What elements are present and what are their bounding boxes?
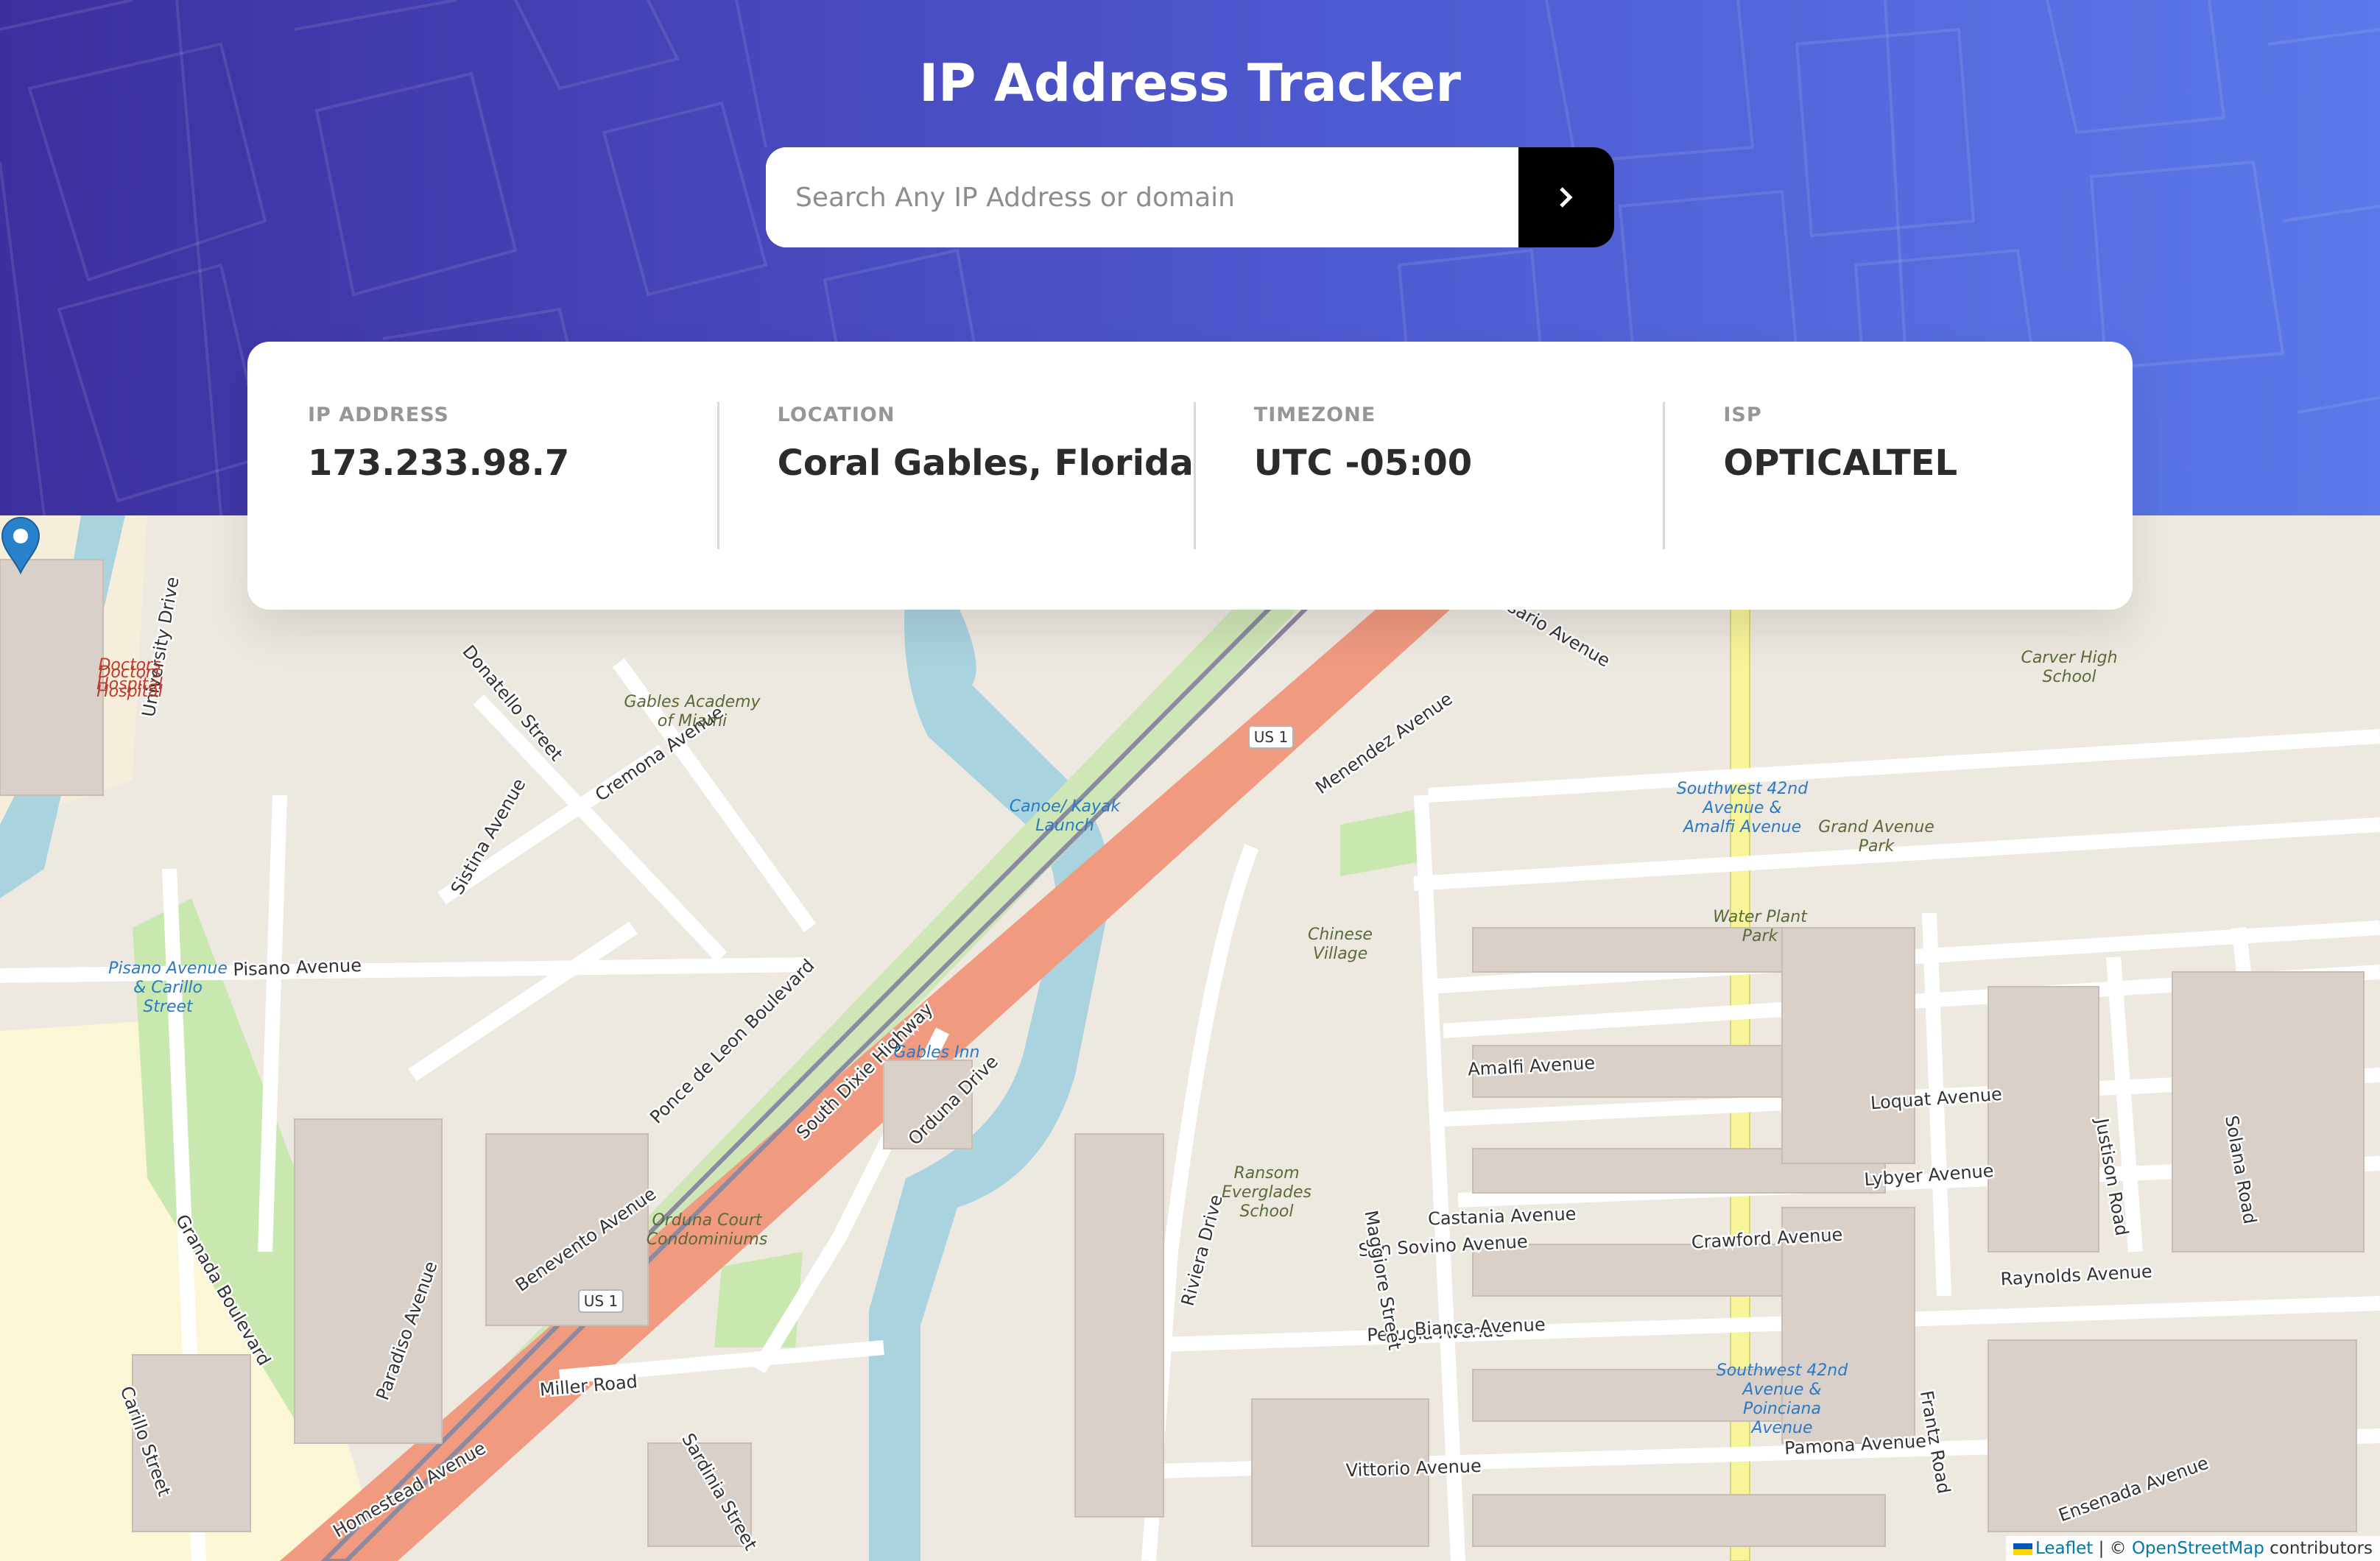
map-place-label: & Carillo — [133, 979, 203, 997]
ip-info-card: IP ADDRESS 173.233.98.7 LOCATION Coral G… — [247, 342, 2133, 610]
map-place-label: Orduna Court — [652, 1211, 762, 1230]
location-section: LOCATION Coral Gables, Florida — [717, 342, 1194, 610]
map-place-label: Carver High — [2021, 649, 2117, 667]
chevron-right-icon — [1560, 187, 1573, 208]
map-place-label: Hospital — [96, 675, 163, 694]
map-place-label: Launch — [1035, 817, 1094, 835]
map-place-label: Village — [1313, 945, 1367, 963]
route-shield-label: US 1 — [1254, 728, 1288, 746]
ip-address-label: IP ADDRESS — [308, 404, 449, 426]
map-place-label: Doctors — [98, 656, 161, 674]
map-place-label: Chinese — [1308, 926, 1373, 944]
map-place-label: Avenue & — [1701, 799, 1781, 817]
isp-section: ISP OPTICALTEL — [1663, 342, 2133, 610]
map[interactable]: Ponce de Leon Boulevard South Dixie Highw… — [0, 515, 2380, 1561]
map-place-label: Pisano Avenue — [108, 959, 228, 978]
timezone-section: TIMEZONE UTC -05:00 — [1193, 342, 1663, 610]
map-place-label: Condominiums — [647, 1230, 768, 1249]
map-place-label: Avenue — [1750, 1419, 1812, 1437]
attribution-separator: | © — [2098, 1539, 2127, 1558]
route-shield-label: US 1 — [584, 1292, 618, 1310]
map-place-label: Water Plant — [1713, 908, 1808, 926]
ip-address-section: IP ADDRESS 173.233.98.7 — [247, 342, 717, 610]
ukraine-flag-icon — [2013, 1543, 2032, 1555]
timezone-value: UTC -05:00 — [1253, 443, 1473, 484]
timezone-label: TIMEZONE — [1253, 404, 1376, 426]
search-bar — [766, 147, 1614, 247]
map-attribution: Leaflet | © OpenStreetMap contributors — [2005, 1536, 2380, 1561]
isp-label: ISP — [1723, 404, 1762, 426]
page-title: IP Address Tracker — [919, 53, 1461, 113]
map-place-label: Southwest 42nd — [1677, 780, 1809, 798]
location-value: Coral Gables, Florida — [777, 443, 1194, 484]
map-place-label: Park — [1742, 927, 1779, 945]
map-pin-icon[interactable] — [0, 515, 41, 574]
map-place-label: Canoe/ Kayak — [1010, 797, 1122, 816]
leaflet-link[interactable]: Leaflet — [2035, 1539, 2093, 1558]
map-place-label: School — [1239, 1202, 1293, 1221]
search-input[interactable] — [766, 147, 1518, 247]
map-place-label: Grand Avenue — [1818, 818, 1934, 836]
map-place-label: Gables Inn — [894, 1043, 980, 1062]
map-place-label: Park — [1859, 837, 1895, 856]
map-place-label: of Miami — [658, 712, 727, 730]
map-tiles[interactable]: Ponce de Leon BoulevardSouth Dixie Highw… — [0, 515, 2380, 1561]
map-place-label: Street — [143, 998, 194, 1016]
openstreetmap-link[interactable]: OpenStreetMap — [2132, 1539, 2264, 1558]
map-place-label: Avenue & — [1741, 1381, 1821, 1399]
map-place-label: Poinciana — [1743, 1400, 1821, 1418]
map-place-label: Southwest 42nd — [1717, 1361, 1848, 1380]
ip-address-value: 173.233.98.7 — [308, 443, 570, 484]
map-place-label: School — [2042, 668, 2096, 686]
location-label: LOCATION — [777, 404, 895, 426]
search-button[interactable] — [1518, 147, 1614, 247]
map-place-label: Ransom — [1233, 1164, 1299, 1183]
map-place-label: Everglades — [1222, 1183, 1312, 1202]
isp-value: OPTICALTEL — [1723, 443, 1958, 484]
map-place-label: Amalfi Avenue — [1682, 818, 1801, 836]
map-place-label: Gables Academy — [624, 693, 761, 711]
attribution-contributors: contributors — [2270, 1539, 2373, 1558]
